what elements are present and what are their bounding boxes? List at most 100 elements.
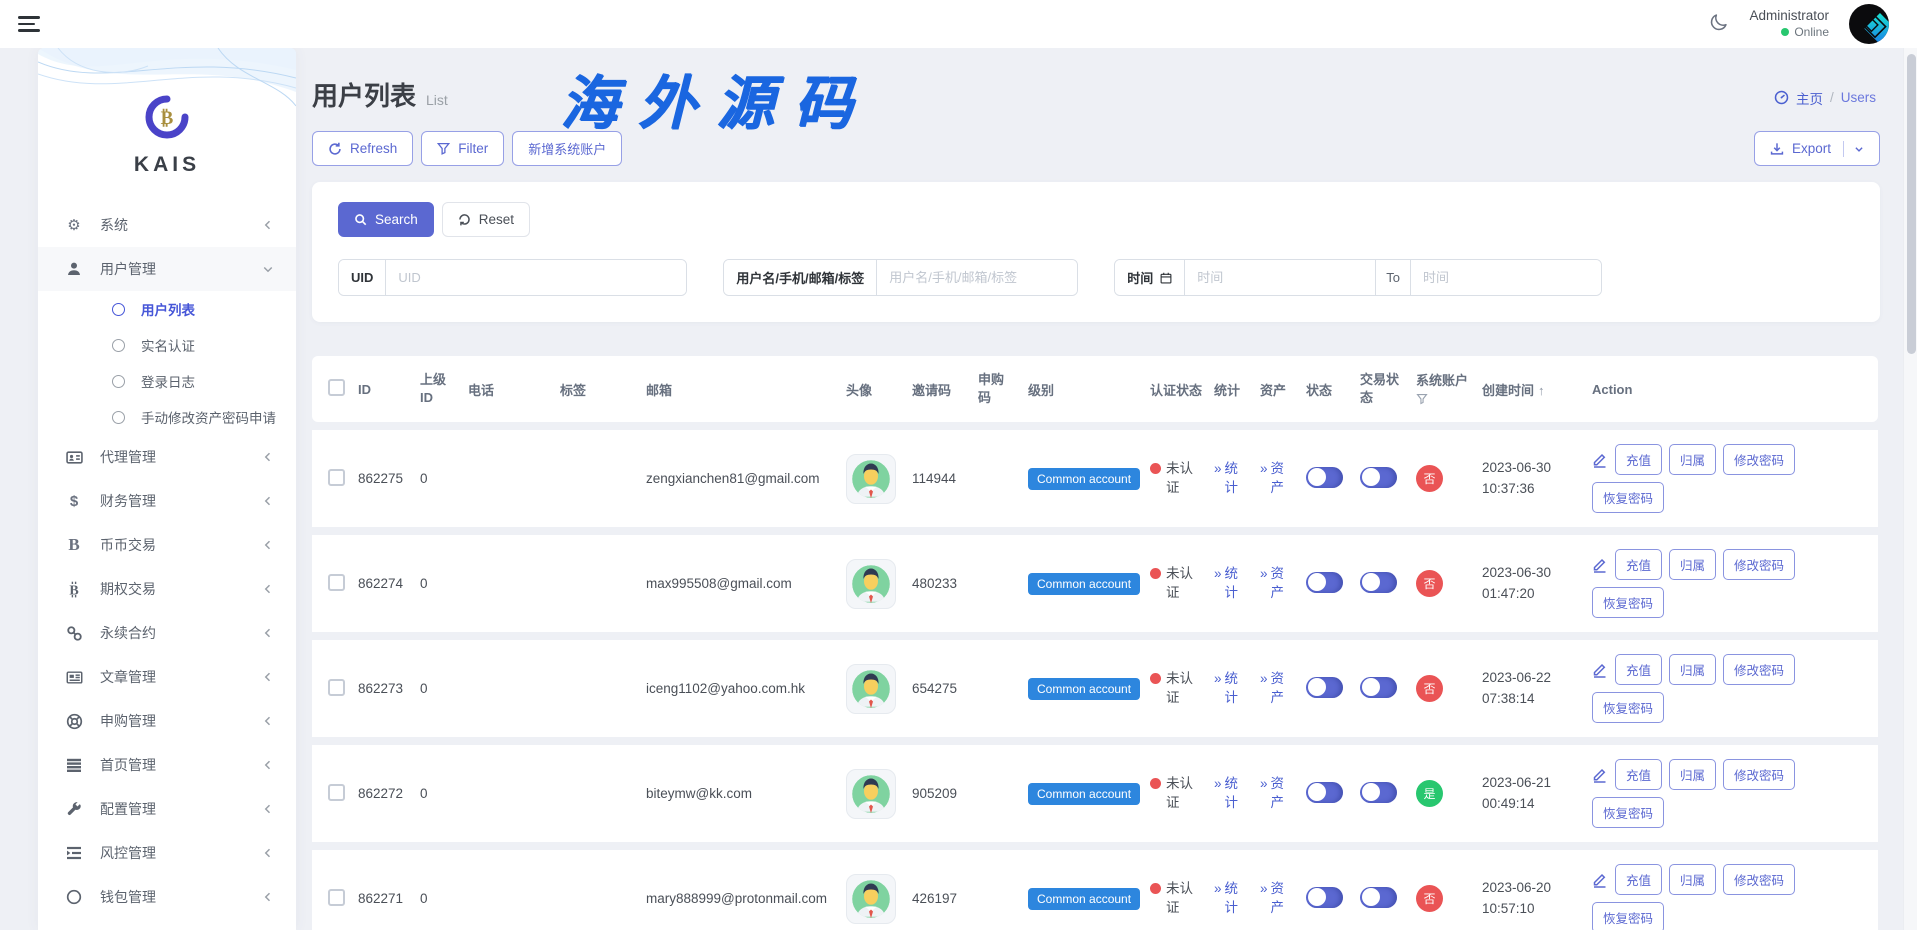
belong-button[interactable]: 归属 xyxy=(1669,549,1716,580)
recharge-button[interactable]: 充值 xyxy=(1615,654,1662,685)
recharge-button[interactable]: 充值 xyxy=(1615,864,1662,895)
status-toggle[interactable] xyxy=(1306,572,1343,593)
change-password-button[interactable]: 修改密码 xyxy=(1723,759,1795,790)
recharge-button[interactable]: 充值 xyxy=(1615,444,1662,475)
col-email: 邮箱 xyxy=(640,356,840,422)
filter-button[interactable]: Filter xyxy=(421,131,504,166)
user-status: Online xyxy=(1749,25,1829,40)
assets-link[interactable]: »资产 xyxy=(1260,880,1286,918)
change-password-button[interactable]: 修改密码 xyxy=(1723,549,1795,580)
restore-password-button[interactable]: 恢复密码 xyxy=(1592,797,1664,828)
uid-input[interactable] xyxy=(386,260,686,295)
dark-mode-toggle[interactable] xyxy=(1708,12,1729,36)
assets-link[interactable]: »资产 xyxy=(1260,775,1286,813)
cell-avatar xyxy=(840,745,906,842)
trade-status-toggle[interactable] xyxy=(1360,677,1397,698)
col-system-account[interactable]: 系统账户 xyxy=(1410,356,1476,422)
avatar[interactable] xyxy=(1849,4,1889,44)
row-checkbox[interactable] xyxy=(328,574,345,591)
time-to-input[interactable] xyxy=(1411,260,1601,295)
sidebar-item-options-trading[interactable]: B 期权交易 xyxy=(38,567,296,611)
sidebar-item-spot-trading[interactable]: B 币币交易 xyxy=(38,523,296,567)
sidebar-subitem-login-log[interactable]: 登录日志 xyxy=(38,363,296,399)
belong-button[interactable]: 归属 xyxy=(1669,654,1716,685)
stats-link[interactable]: »统计 xyxy=(1214,775,1240,813)
cell-assets: »资产 xyxy=(1254,430,1300,527)
select-all-checkbox[interactable] xyxy=(328,379,345,396)
trade-status-toggle[interactable] xyxy=(1360,467,1397,488)
recharge-button[interactable]: 充值 xyxy=(1615,759,1662,790)
belong-button[interactable]: 归属 xyxy=(1669,759,1716,790)
sidebar-subitem-user-list[interactable]: 用户列表 xyxy=(38,291,296,327)
sidebar-item-config-management[interactable]: 配置管理 xyxy=(38,787,296,831)
change-password-button[interactable]: 修改密码 xyxy=(1723,654,1795,685)
row-checkbox[interactable] xyxy=(328,889,345,906)
newspaper-icon xyxy=(64,669,84,686)
cell-phone xyxy=(462,745,554,842)
cell-avatar xyxy=(840,535,906,632)
cell-level: Common account xyxy=(1022,745,1144,842)
sidebar-item-article-management[interactable]: 文章管理 xyxy=(38,655,296,699)
change-password-button[interactable]: 修改密码 xyxy=(1723,444,1795,475)
search-button[interactable]: Search xyxy=(338,202,434,237)
sidebar-item-user-management[interactable]: 用户管理 xyxy=(38,247,296,291)
time-to-separator: To xyxy=(1375,260,1411,295)
keyword-input[interactable] xyxy=(877,260,1077,295)
belong-button[interactable]: 归属 xyxy=(1669,444,1716,475)
col-created-at[interactable]: 创建时间↑ xyxy=(1476,356,1586,422)
column-filter-icon[interactable] xyxy=(1416,393,1470,408)
status-toggle[interactable] xyxy=(1306,677,1343,698)
stats-link[interactable]: »统计 xyxy=(1214,460,1240,498)
sidebar-subitem-manual-asset-password[interactable]: 手动修改资产密码申请 xyxy=(38,399,296,435)
belong-button[interactable]: 归属 xyxy=(1669,864,1716,895)
col-parent-id: 上级ID xyxy=(414,356,462,422)
sidebar-item-agent-management[interactable]: 代理管理 xyxy=(38,435,296,479)
time-from-input[interactable] xyxy=(1185,260,1375,295)
edit-icon[interactable] xyxy=(1592,766,1608,783)
add-system-account-button[interactable]: 新增系统账户 xyxy=(512,131,622,166)
assets-link[interactable]: »资产 xyxy=(1260,670,1286,708)
sidebar-item-risk-management[interactable]: 风控管理 xyxy=(38,831,296,875)
sidebar-item-perpetual-contract[interactable]: 永续合约 xyxy=(38,611,296,655)
refresh-button[interactable]: Refresh xyxy=(312,131,413,166)
vertical-scrollbar[interactable] xyxy=(1903,48,1917,930)
edit-icon[interactable] xyxy=(1592,451,1608,468)
row-checkbox[interactable] xyxy=(328,679,345,696)
restore-password-button[interactable]: 恢复密码 xyxy=(1592,902,1664,930)
status-toggle[interactable] xyxy=(1306,887,1343,908)
sidebar-item-finance-management[interactable]: $ 财务管理 xyxy=(38,479,296,523)
hamburger-menu-icon[interactable] xyxy=(18,16,40,32)
status-toggle[interactable] xyxy=(1306,467,1343,488)
change-password-button[interactable]: 修改密码 xyxy=(1723,864,1795,895)
stats-link[interactable]: »统计 xyxy=(1214,880,1240,918)
assets-link[interactable]: »资产 xyxy=(1260,460,1286,498)
reset-button[interactable]: Reset xyxy=(442,202,530,237)
trade-status-toggle[interactable] xyxy=(1360,572,1397,593)
stats-link[interactable]: »统计 xyxy=(1214,565,1240,603)
assets-link[interactable]: »资产 xyxy=(1260,565,1286,603)
status-toggle[interactable] xyxy=(1306,782,1343,803)
recharge-button[interactable]: 充值 xyxy=(1615,549,1662,580)
restore-password-button[interactable]: 恢复密码 xyxy=(1592,692,1664,723)
row-checkbox[interactable] xyxy=(328,784,345,801)
restore-password-button[interactable]: 恢复密码 xyxy=(1592,482,1664,513)
stats-link[interactable]: »统计 xyxy=(1214,670,1240,708)
scrollbar-thumb[interactable] xyxy=(1907,54,1916,354)
row-checkbox[interactable] xyxy=(328,469,345,486)
edit-icon[interactable] xyxy=(1592,661,1608,678)
sidebar-item-wallet-management[interactable]: 钱包管理 xyxy=(38,875,296,919)
cell-parent-id: 0 xyxy=(414,535,462,632)
sidebar-item-homepage-management[interactable]: 首页管理 xyxy=(38,743,296,787)
trade-status-toggle[interactable] xyxy=(1360,782,1397,803)
cell-avatar xyxy=(840,640,906,737)
sidebar-subitem-real-name-auth[interactable]: 实名认证 xyxy=(38,327,296,363)
cell-trade-status xyxy=(1354,850,1410,930)
trade-status-toggle[interactable] xyxy=(1360,887,1397,908)
restore-password-button[interactable]: 恢复密码 xyxy=(1592,587,1664,618)
breadcrumb-home-link[interactable]: 主页 xyxy=(1796,88,1823,108)
export-button[interactable]: Export xyxy=(1754,131,1880,166)
sidebar-item-subscription-management[interactable]: 申购管理 xyxy=(38,699,296,743)
edit-icon[interactable] xyxy=(1592,556,1608,573)
sidebar-item-system[interactable]: ⚙ 系统 xyxy=(38,203,296,247)
edit-icon[interactable] xyxy=(1592,871,1608,888)
